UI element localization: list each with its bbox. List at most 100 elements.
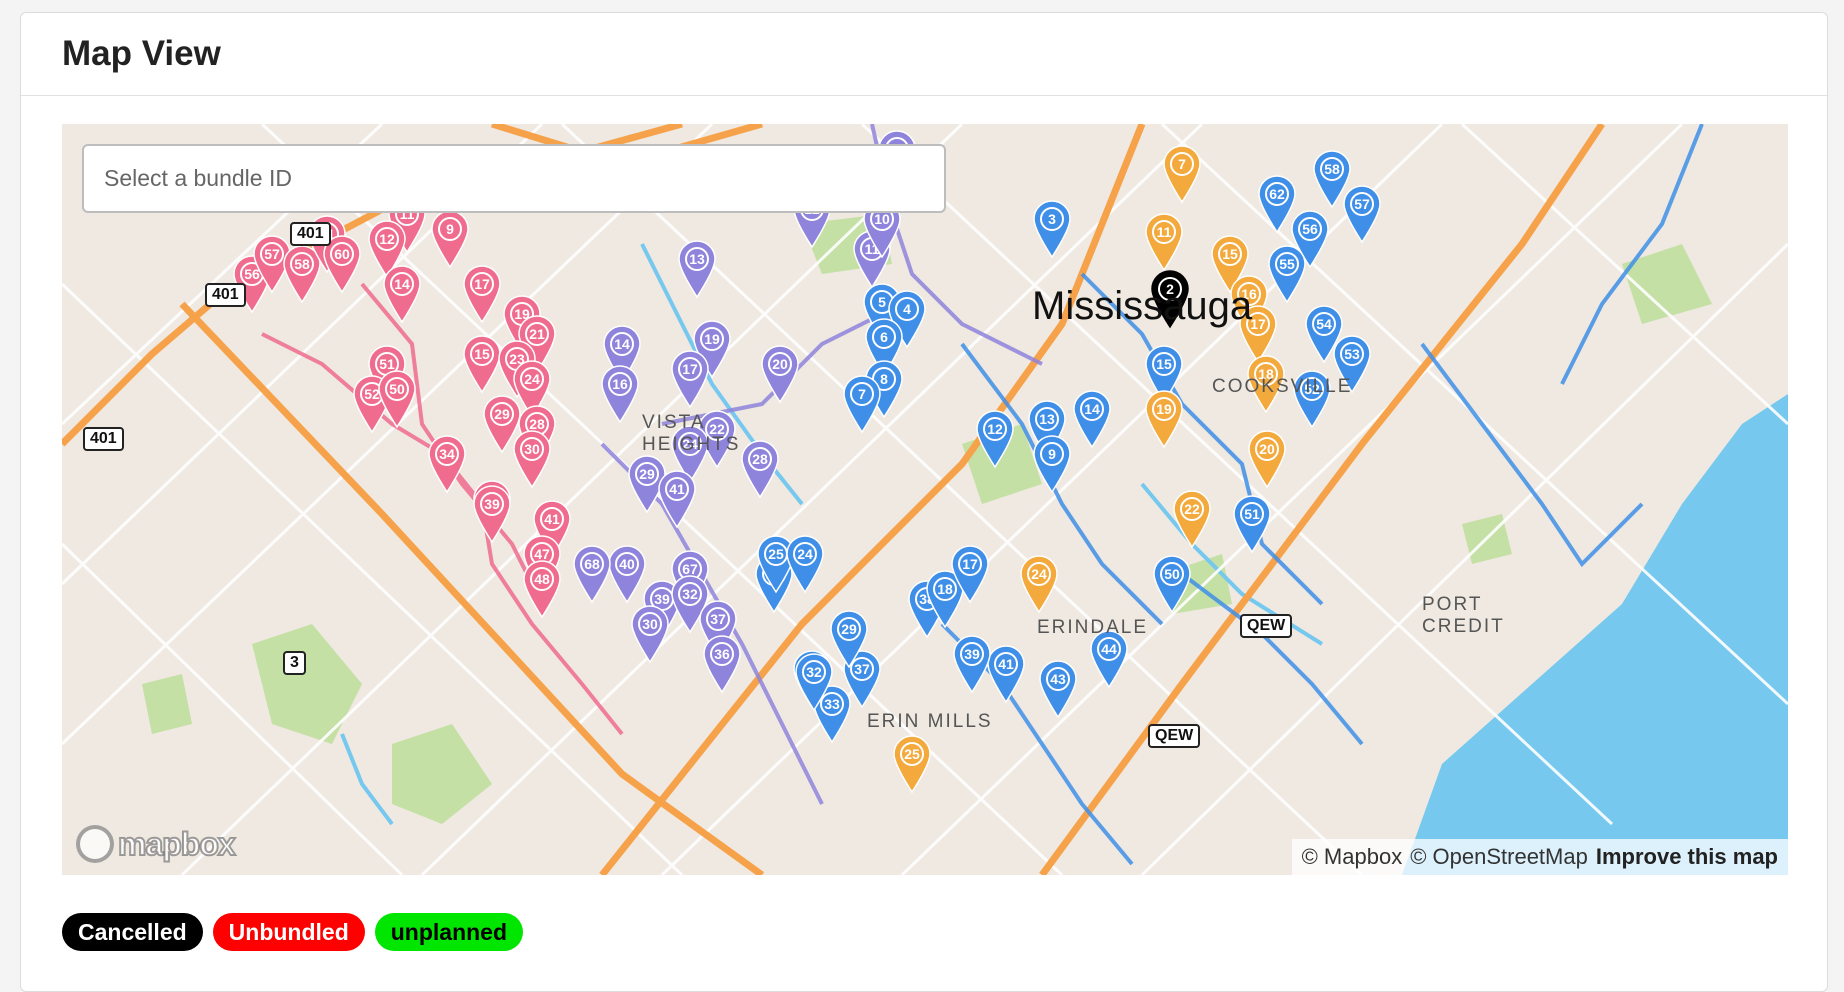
mapbox-attribution-link[interactable]: © Mapbox — [1302, 844, 1403, 870]
blue-stop-marker[interactable]: 39 — [953, 635, 991, 694]
purple-stop-marker[interactable]: 40 — [608, 545, 646, 604]
orange-stop-marker[interactable]: 20 — [1248, 430, 1286, 489]
pink-stop-marker[interactable]: 14 — [383, 265, 421, 324]
map-canvas[interactable]: 5657586160119121417192115232451525029283… — [62, 124, 1788, 875]
map-pin-label: 12 — [379, 231, 395, 247]
map-pin-label: 54 — [1316, 316, 1332, 332]
blue-stop-marker[interactable]: 55 — [1268, 245, 1306, 304]
blue-stop-marker[interactable]: 7 — [843, 375, 881, 434]
map-pin-label: 25 — [768, 546, 784, 562]
blue-stop-marker[interactable]: 50 — [1153, 555, 1191, 614]
map-pin-label: 62 — [1269, 186, 1285, 202]
map-pin-label: 17 — [1250, 316, 1266, 332]
purple-stop-marker[interactable]: 20 — [761, 345, 799, 404]
purple-stop-marker[interactable]: 28 — [741, 440, 779, 499]
map-pin-label: 28 — [752, 451, 768, 467]
pink-stop-marker[interactable]: 9 — [431, 210, 469, 269]
map-pin-label: 12 — [987, 421, 1003, 437]
map-pin-label: 14 — [1084, 401, 1100, 417]
map-pin-label: 14 — [614, 336, 630, 352]
map-pin-label: 15 — [474, 346, 490, 362]
mapbox-logo-icon — [76, 825, 114, 863]
blue-stop-marker[interactable]: 57 — [1343, 185, 1381, 244]
mapbox-logo[interactable]: mapbox — [76, 825, 237, 863]
blue-stop-marker[interactable]: 41 — [987, 645, 1025, 704]
place-label-erin-mills: ERIN MILLS — [867, 711, 993, 732]
map-pin-label: 9 — [446, 221, 454, 237]
map-pin-label: 56 — [1302, 221, 1318, 237]
legend-badge-unplanned: unplanned — [374, 913, 524, 951]
map-pin-label: 37 — [710, 611, 726, 627]
map-pin-label: 32 — [682, 586, 698, 602]
orange-stop-marker[interactable]: 11 — [1145, 213, 1183, 272]
map-pin-label: 8 — [880, 371, 888, 387]
blue-stop-marker[interactable]: 62 — [1258, 175, 1296, 234]
orange-stop-marker[interactable]: 19 — [1145, 390, 1183, 449]
purple-stop-marker[interactable]: 41 — [658, 470, 696, 529]
purple-stop-marker[interactable]: 36 — [703, 635, 741, 694]
map-pin-label: 29 — [841, 621, 857, 637]
map-pin-label: 60 — [334, 246, 350, 262]
map-pin-label: 20 — [772, 356, 788, 372]
blue-stop-marker[interactable]: 51 — [1233, 495, 1271, 554]
pink-stop-marker[interactable]: 17 — [463, 265, 501, 324]
map-pin-label: 22 — [1184, 501, 1200, 517]
map-pin-label: 33 — [824, 696, 840, 712]
pink-stop-marker[interactable]: 34 — [428, 435, 466, 494]
map-pin-label: 11 — [1157, 224, 1172, 240]
purple-stop-marker[interactable]: 16 — [601, 365, 639, 424]
map-pin-label: 15 — [1222, 246, 1238, 262]
map-pin-label: 29 — [639, 466, 655, 482]
pink-stop-marker[interactable]: 50 — [378, 370, 416, 429]
purple-stop-marker[interactable]: 30 — [631, 605, 669, 664]
map-pin-label: 13 — [1039, 411, 1055, 427]
map-pin-label: 20 — [1259, 441, 1275, 457]
map-pin-label: 24 — [1031, 566, 1047, 582]
blue-stop-marker[interactable]: 9 — [1033, 435, 1071, 494]
orange-stop-marker[interactable]: 25 — [893, 735, 931, 794]
map-pin-label: 3 — [1048, 211, 1056, 227]
map-pin-label: 17 — [682, 361, 698, 377]
bundle-id-search-input[interactable] — [82, 144, 946, 213]
map-pin-label: 51 — [1244, 506, 1260, 522]
orange-stop-marker[interactable]: 7 — [1163, 145, 1201, 204]
purple-stop-marker[interactable]: 17 — [671, 350, 709, 409]
orange-stop-marker[interactable]: 24 — [1020, 555, 1058, 614]
purple-stop-marker[interactable]: 13 — [678, 240, 716, 299]
map-pin-label: 15 — [1156, 356, 1172, 372]
pink-stop-marker[interactable]: 15 — [463, 335, 501, 394]
map-pin-label: 58 — [294, 256, 310, 272]
pink-stop-marker[interactable]: 39 — [473, 485, 511, 544]
map-pin-label: 24 — [524, 371, 540, 387]
orange-stop-marker[interactable]: 22 — [1173, 490, 1211, 549]
map-pin-label: 68 — [584, 556, 600, 572]
status-legend: Cancelled Unbundled unplanned — [62, 913, 524, 951]
pink-stop-marker[interactable]: 30 — [513, 430, 551, 489]
highway-shield: QEW — [1148, 724, 1201, 748]
map-pin-label: 21 — [529, 326, 545, 342]
map-pin-label: 39 — [484, 496, 500, 512]
blue-stop-marker[interactable]: 43 — [1039, 660, 1077, 719]
blue-stop-marker[interactable]: 24 — [786, 535, 824, 594]
map-pin-label: 56 — [244, 266, 260, 282]
blue-stop-marker[interactable]: 14 — [1073, 390, 1111, 449]
map-pin-label: 51 — [379, 356, 395, 372]
purple-stop-marker[interactable]: 68 — [573, 545, 611, 604]
map-pin-label: 34 — [439, 446, 455, 462]
blue-stop-marker[interactable]: 44 — [1090, 630, 1128, 689]
city-label: Mississauga — [1032, 284, 1253, 328]
highway-shield: 3 — [283, 651, 306, 675]
map-pin-label: 41 — [998, 656, 1014, 672]
improve-map-link[interactable]: Improve this map — [1596, 844, 1778, 870]
map-pin-label: 44 — [1101, 641, 1117, 657]
map-pin-label: 30 — [642, 616, 658, 632]
place-label-port-credit: PORT CREDIT — [1422, 594, 1505, 637]
place-label-cooksville: COOKSVILLE — [1212, 376, 1353, 397]
pink-stop-marker[interactable]: 58 — [283, 245, 321, 304]
map-pin-label: 30 — [524, 441, 540, 457]
pink-stop-marker[interactable]: 48 — [523, 560, 561, 619]
map-pin-label: 58 — [1324, 161, 1340, 177]
blue-stop-marker[interactable]: 3 — [1033, 200, 1071, 259]
osm-attribution-link[interactable]: © OpenStreetMap — [1410, 844, 1588, 870]
blue-stop-marker[interactable]: 12 — [976, 410, 1014, 469]
